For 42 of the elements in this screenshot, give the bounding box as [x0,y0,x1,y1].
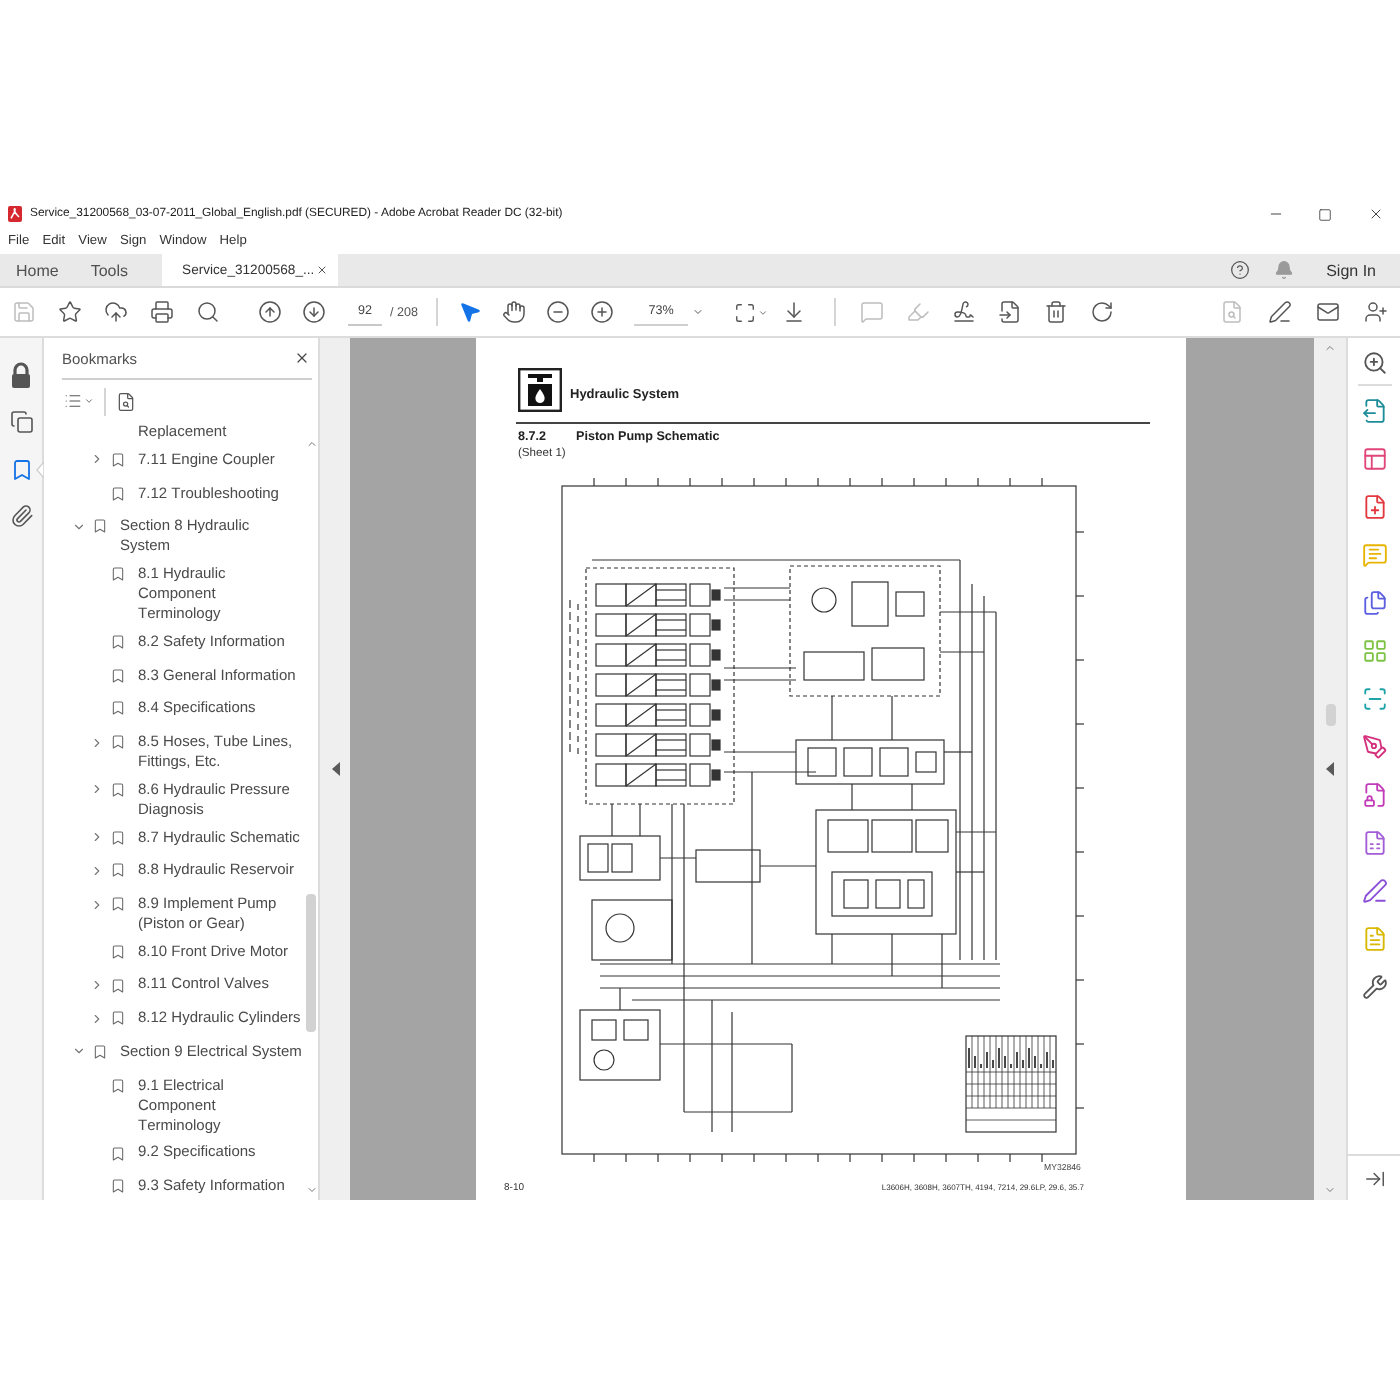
file-search-icon [115,391,135,411]
chevron-icon[interactable] [71,519,85,534]
zoom-in-icon [590,300,615,324]
tab[interactable]: Tools [74,254,145,286]
zoom-out-icon [546,300,571,324]
chevron-icon[interactable] [89,735,103,750]
chevron-icon[interactable] [89,1011,103,1026]
chevron-icon[interactable] [89,782,103,797]
help-button[interactable] [1230,260,1251,280]
list-icon [64,392,82,410]
close-icon [294,350,310,366]
expand-arrow-icon[interactable] [1326,762,1334,776]
collapse-pane-icon[interactable] [1363,1167,1385,1189]
close-icon [1367,206,1383,222]
scroll-thumb[interactable] [1325,704,1335,726]
bookmark-icon [110,781,126,798]
app-logo-icon [8,206,22,222]
chevron-icon[interactable] [89,863,103,878]
caret-icon [84,396,94,406]
arrow-up-circle-icon [258,300,282,324]
bell-icon [1274,260,1295,280]
hydraulic-logo-icon [518,368,562,412]
chevron-icon[interactable] [89,452,103,467]
caret-icon [757,307,768,317]
chevron-icon[interactable] [89,978,103,993]
arrow-down-circle-icon [302,300,326,324]
bookmark-icon [110,566,126,583]
tab[interactable]: Home [0,254,75,286]
scroll-thumb[interactable] [306,894,316,1032]
collapse-arrow-icon[interactable] [331,762,339,776]
maximize-icon [1318,207,1332,221]
sign-in-button[interactable]: Sign In [1326,261,1376,279]
close-panel-button[interactable] [292,350,312,366]
chevron-icon[interactable] [89,897,103,912]
chevron-icon[interactable] [71,1044,85,1059]
notifications-button[interactable] [1274,260,1295,280]
close-tab-icon[interactable] [316,264,329,276]
help-icon [1230,260,1251,280]
corner-brackets-icon [733,301,756,323]
caret-icon [691,306,704,318]
arrow-down-bar-icon [782,300,807,324]
chevron-icon[interactable] [89,830,103,845]
